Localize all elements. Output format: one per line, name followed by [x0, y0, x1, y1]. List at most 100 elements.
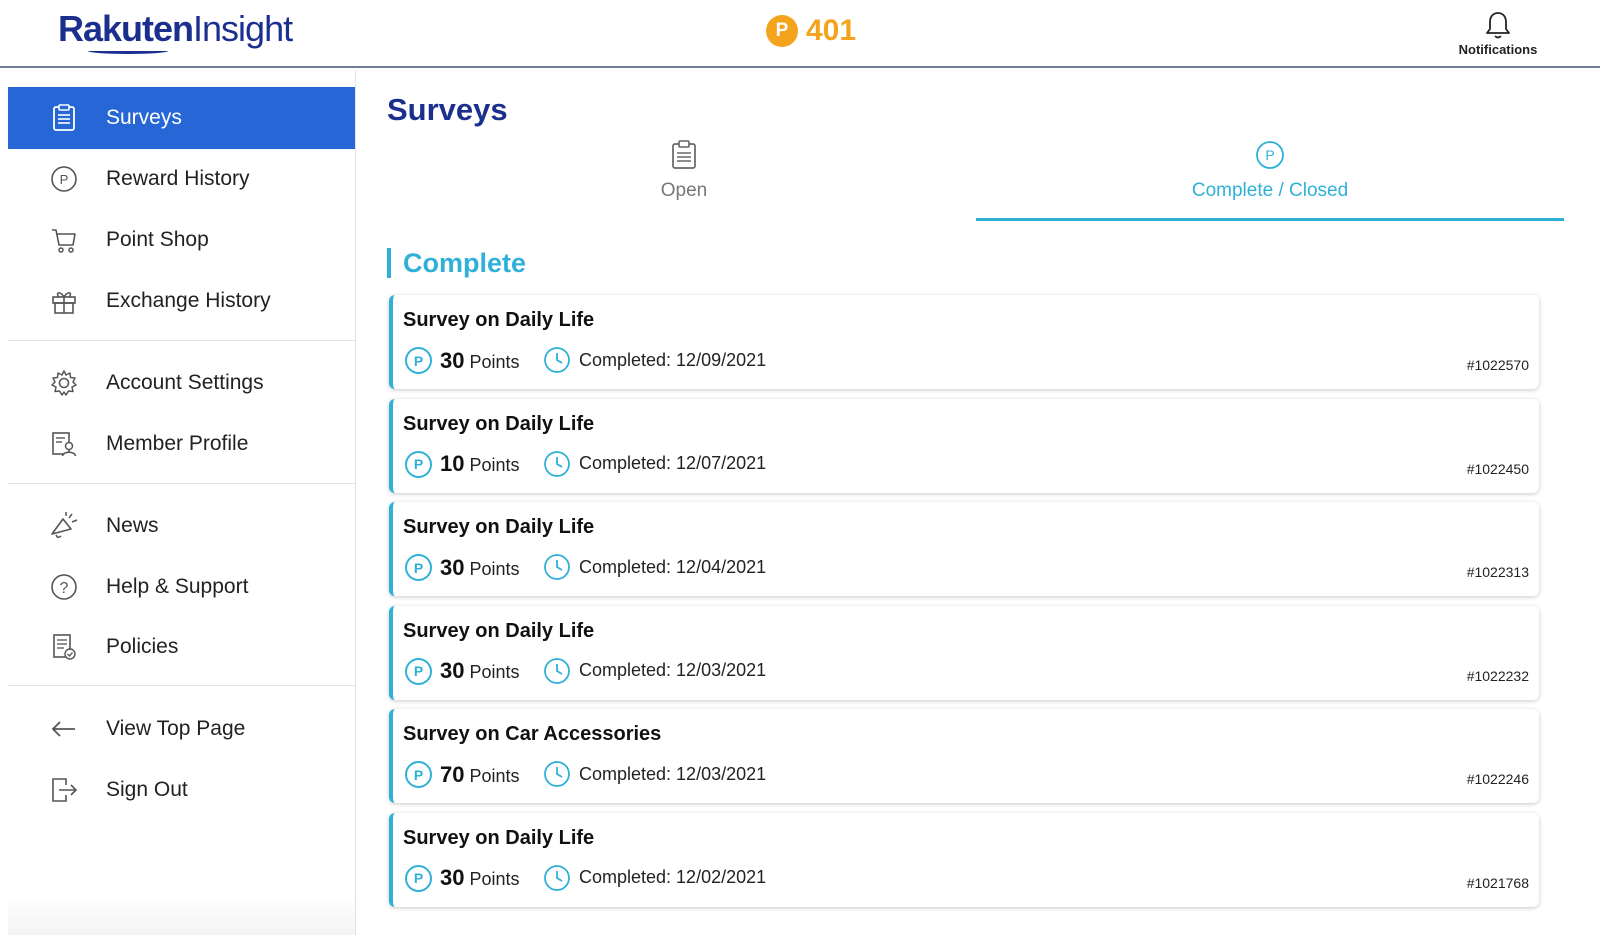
survey-completed-date: Completed: 12/02/2021 [543, 864, 766, 892]
section-title: Complete [387, 248, 526, 278]
clipboard-icon [672, 140, 696, 169]
svg-text:P: P [60, 172, 69, 187]
points-icon: P [405, 761, 432, 788]
points-icon: P [405, 554, 432, 581]
completed-label: Completed: 12/02/2021 [579, 867, 767, 887]
gift-icon [48, 285, 80, 317]
sidebar-item-surveys[interactable]: Surveys [8, 87, 355, 149]
main-content: Surveys Open P Complete / Closed Complet… [356, 70, 1600, 935]
survey-id: #1021768 [1466, 874, 1529, 891]
survey-card[interactable]: Survey on Daily Life P 30 Points Complet… [389, 812, 1539, 907]
survey-title: Survey on Daily Life [403, 412, 595, 435]
points-number: 30 [440, 658, 465, 683]
survey-completed-date: Completed: 12/07/2021 [543, 450, 766, 478]
survey-id: #1022313 [1466, 564, 1529, 580]
survey-id: #1022232 [1466, 667, 1529, 684]
points-number: 30 [440, 865, 465, 890]
survey-completed-date: Completed: 12/03/2021 [543, 760, 766, 788]
sidebar-item-policies[interactable]: Policies [8, 616, 355, 678]
points-icon: P [405, 347, 432, 374]
sidebar-item-view-top-page[interactable]: View Top Page [8, 698, 355, 760]
sidebar-divider [8, 340, 355, 341]
sidebar-item-label: Point Shop [106, 228, 209, 251]
rakuten-insight-logo[interactable]: RakutenInsight [58, 8, 293, 50]
survey-card[interactable]: Survey on Daily Life P 30 Points Complet… [389, 502, 1539, 596]
sidebar-item-exchange-history[interactable]: Exchange History [8, 270, 355, 332]
survey-id: #1022570 [1466, 357, 1529, 373]
survey-card[interactable]: Survey on Daily Life P 30 Points Complet… [389, 605, 1539, 700]
points-number: 30 [440, 554, 465, 580]
sidebar-item-label: Surveys [106, 106, 182, 129]
completed-label: Completed: 12/09/2021 [579, 349, 767, 370]
survey-id: #1022450 [1466, 460, 1529, 477]
points-number: 70 [440, 761, 465, 787]
survey-points: P 70 Points [405, 761, 520, 788]
survey-points: P 30 Points [405, 554, 520, 581]
sidebar-item-reward-history[interactable]: P Reward History [8, 148, 355, 210]
sidebar-divider [8, 483, 355, 484]
clock-icon [544, 554, 570, 580]
sidebar-item-member-profile[interactable]: Member Profile [8, 413, 355, 475]
survey-card[interactable]: Survey on Car Accessories P 70 Points Co… [389, 709, 1539, 803]
survey-completed-date: Completed: 12/04/2021 [543, 553, 766, 581]
points-coin-icon: P [766, 15, 798, 47]
clock-icon [544, 657, 570, 684]
sidebar-item-label: Account Settings [106, 371, 264, 394]
sidebar-item-news[interactable]: News [8, 495, 355, 557]
notifications-button[interactable]: Notifications [1450, 10, 1546, 57]
tab-complete-closed[interactable]: P Complete / Closed [976, 140, 1564, 221]
svg-text:?: ? [60, 580, 69, 597]
points-icon: P [405, 450, 432, 478]
survey-title: Survey on Daily Life [403, 516, 595, 538]
survey-title: Survey on Daily Life [403, 826, 595, 849]
notifications-label: Notifications [1458, 42, 1538, 57]
survey-points: P 10 Points [405, 450, 520, 478]
survey-card[interactable]: Survey on Daily Life P 10 Points Complet… [389, 398, 1539, 493]
arrow-left-icon [48, 713, 80, 745]
sidebar-item-label: Help & Support [106, 575, 249, 598]
completed-label: Completed: 12/07/2021 [579, 453, 767, 473]
points-unit: Points [469, 765, 520, 786]
tab-label: Open [660, 180, 708, 201]
survey-id: #1022246 [1466, 771, 1529, 787]
sidebar-item-label: Sign Out [106, 778, 188, 801]
policy-icon [48, 631, 80, 663]
clock-icon [544, 347, 570, 373]
points-unit: Points [469, 558, 520, 579]
sidebar-bottom-fade [8, 895, 355, 935]
clock-icon [544, 450, 570, 477]
points-unit: Points [469, 351, 520, 372]
sidebar-item-label: Member Profile [106, 432, 249, 455]
sidebar-item-sign-out[interactable]: Sign Out [8, 759, 355, 821]
points-number: 10 [440, 451, 465, 476]
points-number: 30 [440, 347, 465, 373]
sidebar-item-account-settings[interactable]: Account Settings [8, 352, 355, 414]
sidebar-item-label: News [106, 514, 159, 537]
survey-title: Survey on Daily Life [403, 619, 595, 642]
points-unit: Points [469, 662, 520, 682]
survey-card[interactable]: Survey on Daily Life P 30 Points Complet… [389, 295, 1539, 389]
svg-text:P: P [1265, 147, 1274, 163]
bell-icon [1486, 12, 1510, 39]
points-unit: Points [469, 869, 520, 889]
clock-icon [544, 864, 570, 891]
sign-out-icon [48, 774, 80, 806]
survey-completed-date: Completed: 12/03/2021 [543, 657, 766, 685]
completed-label: Completed: 12/03/2021 [579, 763, 767, 784]
sidebar-item-help-support[interactable]: ? Help & Support [8, 556, 355, 618]
points-icon: P [48, 163, 80, 195]
tab-open[interactable]: Open [390, 140, 978, 220]
points-balance: P 401 [766, 14, 856, 48]
survey-completed-date: Completed: 12/09/2021 [543, 346, 766, 374]
sidebar-item-point-shop[interactable]: Point Shop [8, 209, 355, 271]
survey-title: Survey on Car Accessories [403, 723, 662, 745]
sidebar: Surveys P Reward History Point Shop Exch… [8, 70, 356, 935]
sidebar-divider [8, 685, 355, 686]
points-value: 401 [806, 14, 857, 47]
gear-icon [48, 367, 80, 399]
clock-icon [544, 761, 570, 787]
points-icon: P [405, 864, 432, 892]
logo-brand: Rakuten [58, 8, 194, 49]
sidebar-item-label: Reward History [106, 167, 250, 190]
logo-sub: Insight [193, 8, 293, 49]
